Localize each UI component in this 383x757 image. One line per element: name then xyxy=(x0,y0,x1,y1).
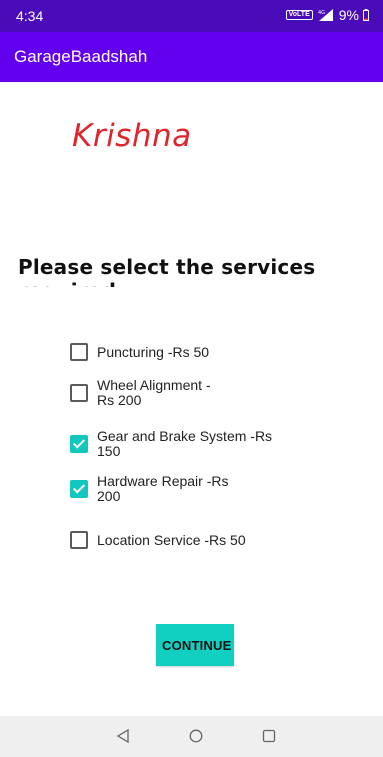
service-label: Puncturing -Rs 50 xyxy=(97,343,210,360)
prompt-heading: Please select the services required xyxy=(18,255,316,287)
app-title: GarageBaadshah xyxy=(14,47,148,66)
continue-button[interactable]: CONTINUE xyxy=(156,624,234,666)
battery-percent: 9% xyxy=(338,7,359,23)
volte-icon: VoLTE xyxy=(285,10,313,20)
prompt-container: Please select the services required xyxy=(18,255,378,287)
checkbox-gear-brake[interactable] xyxy=(70,435,88,453)
service-option-hardware-repair[interactable]: Hardware Repair -Rs 200 xyxy=(70,474,237,504)
checkbox-hardware-repair[interactable] xyxy=(70,480,88,498)
status-bar: 4:34 VoLTE 4G 9% xyxy=(0,0,383,32)
checkbox-puncturing[interactable] xyxy=(70,343,88,361)
app-bar: GarageBaadshah xyxy=(0,32,383,82)
service-label: Wheel Alignment -Rs 200 xyxy=(97,377,211,408)
service-option-puncturing[interactable]: Puncturing -Rs 50 xyxy=(70,343,297,361)
service-label: Gear and Brake System -Rs 150 xyxy=(97,428,273,459)
checkbox-location[interactable] xyxy=(70,531,88,549)
back-icon[interactable] xyxy=(116,729,130,743)
status-time: 4:34 xyxy=(16,8,44,24)
signal-icon: 4G xyxy=(318,9,333,21)
service-option-gear-brake[interactable]: Gear and Brake System -Rs 150 xyxy=(70,429,297,459)
battery-icon xyxy=(363,9,369,21)
svg-text:4G: 4G xyxy=(318,10,325,16)
service-option-wheel-alignment[interactable]: Wheel Alignment -Rs 200 xyxy=(70,378,222,408)
service-label: Location Service -Rs 50 xyxy=(97,531,246,548)
service-option-location[interactable]: Location Service -Rs 50 xyxy=(70,531,297,549)
recents-icon[interactable] xyxy=(262,729,276,743)
checkbox-wheel-alignment[interactable] xyxy=(70,384,88,402)
system-nav-bar xyxy=(0,716,383,757)
service-label: Hardware Repair -Rs 200 xyxy=(97,473,229,504)
garage-name: Krishna xyxy=(72,118,192,154)
status-indicators: VoLTE 4G 9% xyxy=(285,7,369,23)
home-icon[interactable] xyxy=(189,729,203,743)
